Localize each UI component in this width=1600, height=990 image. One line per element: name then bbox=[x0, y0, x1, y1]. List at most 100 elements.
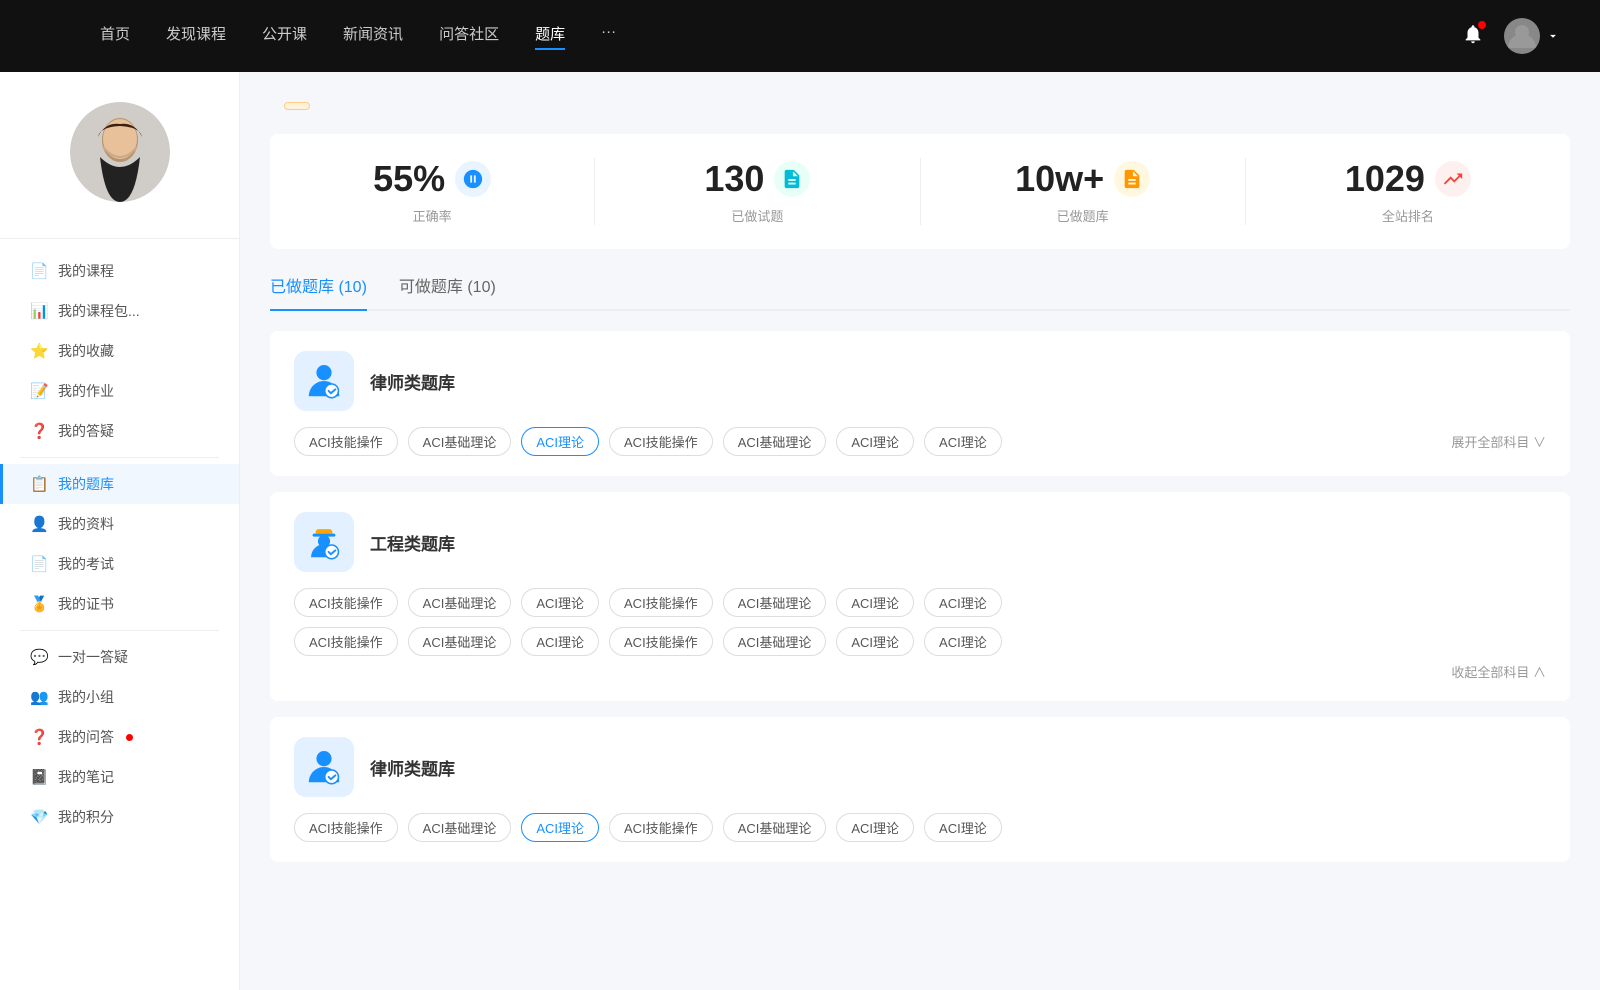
sidebar-divider bbox=[20, 630, 219, 631]
tabs-row: 已做题库 (10) 可做题库 (10) bbox=[270, 273, 1570, 311]
tab-0[interactable]: 已做题库 (10) bbox=[270, 273, 367, 311]
stat-icon-1 bbox=[774, 161, 810, 197]
sidebar: 📄 我的课程 📊 我的课程包... ⭐ 我的收藏 📝 我的作业 ❓ 我的答疑 📋… bbox=[0, 72, 240, 990]
sidebar-item-4[interactable]: ❓ 我的答疑 bbox=[0, 411, 239, 451]
stat-item-2: 10w+ 已做题库 bbox=[921, 158, 1246, 225]
bank-card-0: 律师类题库 ACI技能操作 ACI基础理论 ACI理论 ACI技能操作 ACI基础理论 A… bbox=[270, 331, 1570, 476]
tag-r2-1-0[interactable]: ACI技能操作 bbox=[294, 627, 398, 656]
main-layout: 📄 我的课程 📊 我的课程包... ⭐ 我的收藏 📝 我的作业 ❓ 我的答疑 📋… bbox=[0, 72, 1600, 990]
stat-number-2: 10w+ bbox=[1015, 158, 1104, 200]
sidebar-item-13[interactable]: 💎 我的积分 bbox=[0, 797, 239, 837]
sidebar-item-12[interactable]: 📓 我的笔记 bbox=[0, 757, 239, 797]
tag-r2-1-2[interactable]: ACI理论 bbox=[521, 627, 599, 656]
tag-0-6[interactable]: ACI理论 bbox=[924, 427, 1002, 456]
tag-1-0[interactable]: ACI技能操作 bbox=[294, 588, 398, 617]
tag-1-4[interactable]: ACI基础理论 bbox=[723, 588, 827, 617]
chevron-down-icon bbox=[1546, 29, 1560, 43]
tag-0-4[interactable]: ACI基础理论 bbox=[723, 427, 827, 456]
tag-r2-1-5[interactable]: ACI理论 bbox=[836, 627, 914, 656]
navbar-right bbox=[1442, 18, 1560, 54]
collapse-btn-1[interactable]: 收起全部科目 ∧ bbox=[294, 662, 1546, 681]
stat-main-3: 1029 bbox=[1345, 158, 1471, 200]
stat-label-0: 正确率 bbox=[413, 206, 452, 225]
tag-2-1[interactable]: ACI基础理论 bbox=[408, 813, 512, 842]
user-avatar-nav[interactable] bbox=[1504, 18, 1560, 54]
avatar bbox=[70, 102, 170, 202]
tag-0-5[interactable]: ACI理论 bbox=[836, 427, 914, 456]
sidebar-item-1[interactable]: 📊 我的课程包... bbox=[0, 291, 239, 331]
tag-2-5[interactable]: ACI理论 bbox=[836, 813, 914, 842]
tag-2-4[interactable]: ACI基础理论 bbox=[723, 813, 827, 842]
notification-bell[interactable] bbox=[1462, 23, 1484, 50]
tag-2-2[interactable]: ACI理论 bbox=[521, 813, 599, 842]
stat-main-0: 55% bbox=[373, 158, 491, 200]
nav-item-问答社区[interactable]: 问答社区 bbox=[439, 23, 499, 50]
tag-2-3[interactable]: ACI技能操作 bbox=[609, 813, 713, 842]
nav-item-公开课[interactable]: 公开课 bbox=[262, 23, 307, 50]
sidebar-icon-0: 📄 bbox=[30, 262, 48, 280]
tag-r2-1-4[interactable]: ACI基础理论 bbox=[723, 627, 827, 656]
sidebar-item-6[interactable]: 👤 我的资料 bbox=[0, 504, 239, 544]
stat-icon-2 bbox=[1114, 161, 1150, 197]
bank-icon-0 bbox=[294, 351, 354, 411]
sidebar-divider bbox=[20, 457, 219, 458]
navbar: 首页 发现课程 公开课 新闻资讯 问答社区 题库 ··· bbox=[0, 0, 1600, 72]
stat-label-2: 已做题库 bbox=[1057, 206, 1109, 225]
sidebar-item-5[interactable]: 📋 我的题库 bbox=[0, 464, 239, 504]
sidebar-label-13: 我的积分 bbox=[58, 807, 114, 827]
bank-title-1: 工程类题库 bbox=[370, 530, 455, 555]
nav-item-···[interactable]: ··· bbox=[601, 23, 616, 50]
sidebar-item-10[interactable]: 👥 我的小组 bbox=[0, 677, 239, 717]
tag-0-3[interactable]: ACI技能操作 bbox=[609, 427, 713, 456]
stat-label-1: 已做试题 bbox=[731, 206, 783, 225]
sidebar-item-3[interactable]: 📝 我的作业 bbox=[0, 371, 239, 411]
sidebar-icon-5: 📋 bbox=[30, 475, 48, 493]
sidebar-item-11[interactable]: ❓ 我的问答 bbox=[0, 717, 239, 757]
nav-item-题库[interactable]: 题库 bbox=[535, 23, 565, 50]
tag-2-0[interactable]: ACI技能操作 bbox=[294, 813, 398, 842]
nav-item-新闻资讯[interactable]: 新闻资讯 bbox=[343, 23, 403, 50]
sidebar-label-12: 我的笔记 bbox=[58, 767, 114, 787]
sidebar-item-0[interactable]: 📄 我的课程 bbox=[0, 251, 239, 291]
tag-0-2[interactable]: ACI理论 bbox=[521, 427, 599, 456]
expand-btn-0[interactable]: 展开全部科目 ∨ bbox=[1451, 432, 1546, 451]
sidebar-label-3: 我的作业 bbox=[58, 381, 114, 401]
sidebar-item-7[interactable]: 📄 我的考试 bbox=[0, 544, 239, 584]
sidebar-item-8[interactable]: 🏅 我的证书 bbox=[0, 584, 239, 624]
bank-card-header-0: 律师类题库 bbox=[294, 351, 1546, 411]
tag-r2-1-3[interactable]: ACI技能操作 bbox=[609, 627, 713, 656]
tag-2-6[interactable]: ACI理论 bbox=[924, 813, 1002, 842]
sidebar-label-0: 我的课程 bbox=[58, 261, 114, 281]
sidebar-item-2[interactable]: ⭐ 我的收藏 bbox=[0, 331, 239, 371]
tag-0-1[interactable]: ACI基础理论 bbox=[408, 427, 512, 456]
sidebar-label-11: 我的问答 bbox=[58, 727, 114, 747]
tag-1-6[interactable]: ACI理论 bbox=[924, 588, 1002, 617]
sidebar-label-1: 我的课程包... bbox=[58, 301, 140, 321]
nav-item-首页[interactable]: 首页 bbox=[100, 23, 130, 50]
bank-cards-list: 律师类题库 ACI技能操作ACI基础理论ACI理论ACI技能操作ACI基础理论A… bbox=[270, 331, 1570, 862]
notification-dot bbox=[1478, 21, 1486, 29]
page-header bbox=[270, 102, 1570, 110]
stat-icon-3 bbox=[1435, 161, 1471, 197]
tab-1[interactable]: 可做题库 (10) bbox=[399, 273, 496, 309]
stat-main-2: 10w+ bbox=[1015, 158, 1150, 200]
sidebar-icon-11: ❓ bbox=[30, 728, 48, 746]
tag-0-0[interactable]: ACI技能操作 bbox=[294, 427, 398, 456]
tag-1-2[interactable]: ACI理论 bbox=[521, 588, 599, 617]
bank-title-0: 律师类题库 bbox=[370, 369, 455, 394]
bank-card-1: 工程类题库 ACI技能操作ACI基础理论ACI理论ACI技能操作ACI基础理论A… bbox=[270, 492, 1570, 701]
tag-1-1[interactable]: ACI基础理论 bbox=[408, 588, 512, 617]
sidebar-icon-12: 📓 bbox=[30, 768, 48, 786]
tag-1-5[interactable]: ACI理论 bbox=[836, 588, 914, 617]
nav-item-发现课程[interactable]: 发现课程 bbox=[166, 23, 226, 50]
tags-row1-1: ACI技能操作 ACI基础理论 ACI理论 ACI技能操作 ACI基础理论 ACI理论 AC… bbox=[294, 588, 1546, 617]
bank-card-header-2: 律师类题库 bbox=[294, 737, 1546, 797]
tag-r2-1-1[interactable]: ACI基础理论 bbox=[408, 627, 512, 656]
sidebar-item-9[interactable]: 💬 一对一答疑 bbox=[0, 637, 239, 677]
sidebar-icon-6: 👤 bbox=[30, 515, 48, 533]
stat-main-1: 130 bbox=[704, 158, 810, 200]
tag-1-3[interactable]: ACI技能操作 bbox=[609, 588, 713, 617]
stat-number-0: 55% bbox=[373, 158, 445, 200]
bank-icon-1 bbox=[294, 512, 354, 572]
tag-r2-1-6[interactable]: ACI理论 bbox=[924, 627, 1002, 656]
